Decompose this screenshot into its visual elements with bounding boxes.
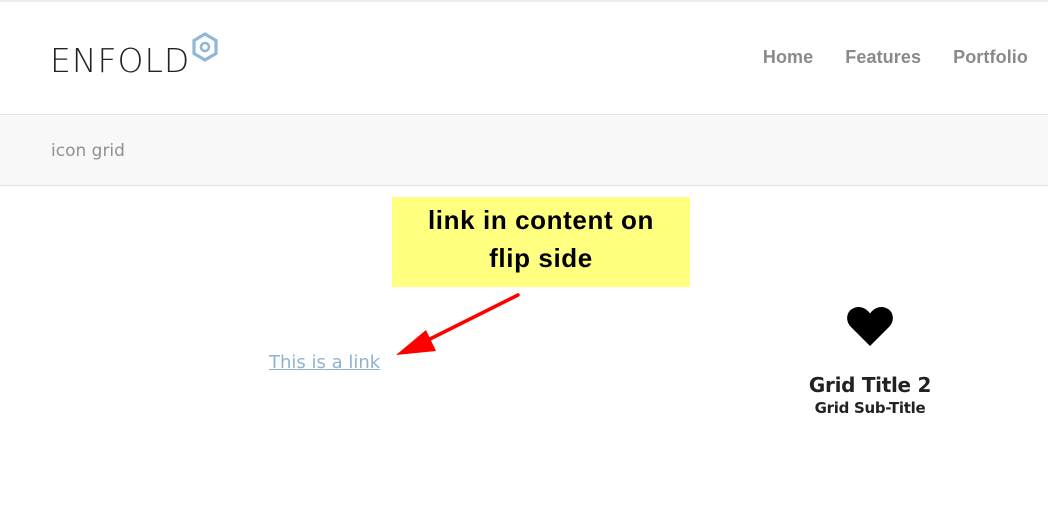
heart-icon <box>847 307 893 346</box>
main-nav: Home Features Portfolio <box>763 47 1028 68</box>
nav-item-portfolio[interactable]: Portfolio <box>953 47 1028 68</box>
site-header: ENFOLD Home Features Portfolio <box>0 0 1048 115</box>
annotation-callout: link in content on flip side <box>392 197 690 287</box>
nav-item-features[interactable]: Features <box>845 47 921 68</box>
icon-grid-item[interactable]: Grid Title 2 Grid Sub-Title <box>790 305 950 417</box>
page-title: icon grid <box>51 141 125 161</box>
hexagon-logo-icon <box>192 32 218 62</box>
content-link[interactable]: This is a link <box>269 352 380 373</box>
logo-text: ENFOLD <box>50 41 191 80</box>
callout-line-2: flip side <box>489 243 593 273</box>
callout-line-1: link in content on <box>427 205 654 235</box>
title-bar: icon grid <box>0 116 1048 186</box>
logo[interactable]: ENFOLD <box>50 30 220 80</box>
grid-subtitle: Grid Sub-Title <box>814 399 926 417</box>
nav-item-home[interactable]: Home <box>763 47 813 68</box>
grid-title: Grid Title 2 <box>808 373 932 397</box>
